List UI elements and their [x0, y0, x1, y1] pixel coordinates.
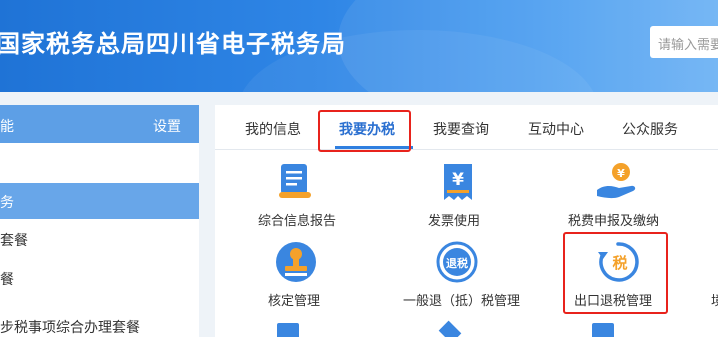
left-menu-item[interactable]: 步税事项综合办理套餐 — [0, 308, 199, 337]
app-label: 综合信息报告 — [258, 214, 337, 229]
stamp-icon — [274, 240, 318, 288]
app-label: 发票使用 — [428, 214, 481, 229]
left-panel: 能 设置 务 套餐 餐 步税事项综合办理套餐 — [0, 105, 199, 337]
svg-text:¥: ¥ — [617, 167, 625, 180]
left-panel-title: 能 — [0, 119, 14, 135]
site-title: 国家税务总局四川省电子税务局 — [0, 30, 346, 58]
app-label-partial[interactable]: 境 — [711, 290, 718, 309]
tab-interaction[interactable]: 互动中心 — [528, 119, 584, 139]
app-assessment[interactable]: 核定管理 — [260, 240, 340, 310]
invoice-icon: ¥ — [438, 160, 478, 208]
left-menu-item[interactable]: 餐 — [0, 260, 199, 296]
app-label: 核定管理 — [268, 294, 321, 309]
svg-text:¥: ¥ — [452, 170, 464, 190]
settings-link[interactable]: 设置 — [153, 116, 181, 136]
building-icon — [277, 323, 299, 337]
search-input[interactable]: 请输入需要 — [650, 26, 718, 58]
app-invoice[interactable]: ¥ 发票使用 — [420, 160, 500, 230]
app-general-refund[interactable]: 退税 一般退（抵）税管理 — [395, 240, 525, 310]
app-label: 一般退（抵）税管理 — [403, 294, 521, 309]
left-panel-header: 能 设置 — [0, 105, 199, 143]
app-tax-filing[interactable]: ¥ 税费申报及缴纳 — [565, 160, 675, 230]
left-menu-item[interactable]: 套餐 — [0, 221, 199, 257]
refund-icon-text: 退税 — [446, 256, 468, 270]
clipboard-icon — [592, 323, 614, 337]
hand-coin-icon: ¥ — [593, 160, 639, 208]
tab-query[interactable]: 我要查询 — [433, 119, 489, 139]
tab-highlight-box — [318, 110, 411, 152]
tab-public-service[interactable]: 公众服务 — [622, 119, 678, 139]
app-highlight-box — [563, 232, 668, 314]
tab-bar: 我的信息 我要办税 我要查询 互动中心 公众服务 — [215, 105, 718, 150]
left-menu-item[interactable]: 务 — [0, 183, 199, 219]
app-label: 税费申报及缴纳 — [568, 214, 660, 229]
app-comprehensive-report[interactable]: 综合信息报告 — [255, 160, 337, 230]
site-header: 国家税务总局四川省电子税务局 请输入需要 — [0, 0, 718, 92]
document-icon — [275, 160, 315, 206]
refund-icon: 退税 — [435, 240, 479, 288]
pen-icon — [438, 320, 462, 337]
tab-my-info[interactable]: 我的信息 — [245, 119, 301, 139]
